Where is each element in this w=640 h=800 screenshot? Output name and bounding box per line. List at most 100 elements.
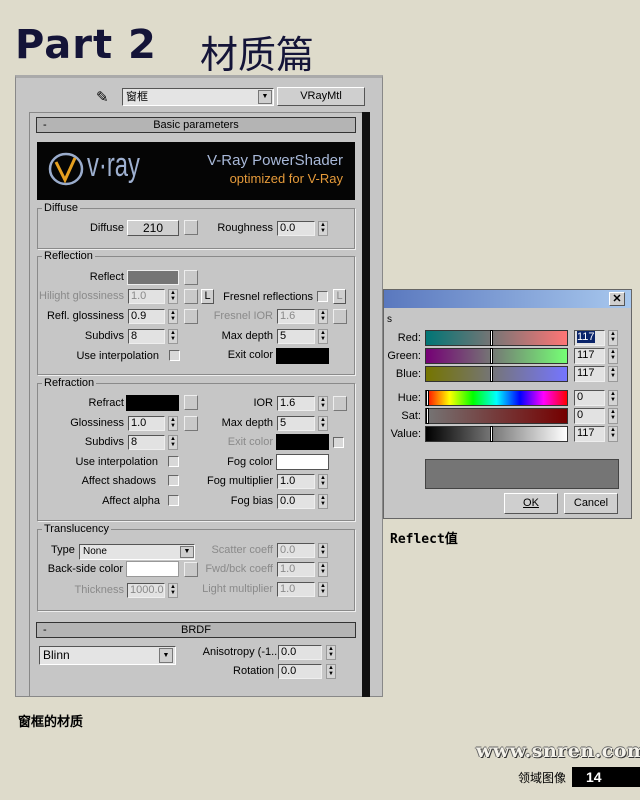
value-spinner[interactable]: ▲ ▼ — [608, 426, 618, 442]
scrollbar[interactable] — [362, 112, 370, 697]
translucency-type-dropdown[interactable]: None — [79, 544, 195, 560]
refl-glossiness-input[interactable]: 0.9 — [128, 309, 165, 324]
dialog-title-bar[interactable] — [384, 290, 631, 308]
reflection-exit-color-swatch[interactable] — [276, 348, 329, 364]
refraction-subdivs-input[interactable]: 8 — [128, 435, 165, 450]
refraction-glossiness-input[interactable]: 1.0 — [128, 416, 165, 431]
fwd-bck-coeff-input[interactable]: 1.0 — [277, 562, 315, 577]
reflection-max-depth-spinner[interactable]: ▲ ▼ — [318, 329, 328, 344]
reflect-color-swatch[interactable] — [127, 270, 179, 285]
red-spinner[interactable]: ▲ ▼ — [608, 330, 618, 346]
reflection-interp-checkbox[interactable] — [169, 350, 180, 361]
blue-input[interactable]: 117 — [574, 366, 605, 382]
green-spinner[interactable]: ▲ ▼ — [608, 348, 618, 364]
refraction-interp-checkbox[interactable] — [168, 456, 179, 467]
ior-spinner[interactable]: ▲ ▼ — [318, 396, 328, 411]
reflection-max-depth-input[interactable]: 5 — [277, 329, 315, 344]
fwd-bck-coeff-spinner[interactable]: ▲ ▼ — [318, 562, 328, 577]
brdf-type-dropdown[interactable]: Blinn — [39, 646, 176, 665]
thickness-input[interactable]: 1000.0 — [127, 583, 165, 598]
light-multiplier-label: Light multiplier — [202, 583, 273, 595]
refraction-max-depth-input[interactable]: 5 — [277, 416, 315, 431]
reflection-subdivs-label: Subdivs — [84, 330, 124, 342]
reflect-map-button[interactable] — [184, 270, 198, 285]
eyedropper-icon[interactable]: ✎ — [96, 88, 109, 106]
material-type-button[interactable]: VRayMtl — [277, 87, 365, 106]
affect-shadows-checkbox[interactable] — [168, 475, 179, 486]
scatter-coeff-input[interactable]: 0.0 — [277, 543, 315, 558]
anisotropy-input[interactable]: 0.0 — [278, 645, 322, 660]
reflection-interp-label: Use interpolation — [76, 350, 159, 362]
chevron-down-icon[interactable]: ▼ — [258, 90, 272, 104]
value-slider[interactable] — [425, 426, 568, 442]
hilight-spinner[interactable]: ▲ ▼ — [168, 289, 178, 304]
ok-button[interactable]: OK — [504, 493, 558, 514]
green-input[interactable]: 117 — [574, 348, 605, 364]
rotation-spinner[interactable]: ▲ ▼ — [326, 664, 336, 679]
fog-bias-input[interactable]: 0.0 — [277, 494, 315, 509]
cancel-button[interactable]: Cancel — [564, 493, 618, 514]
fresnel-ior-map-button[interactable] — [333, 309, 347, 324]
blue-slider-handle[interactable] — [489, 366, 493, 382]
roughness-spinner[interactable]: ▲ ▼ — [318, 221, 328, 236]
value-input[interactable]: 117 — [574, 426, 605, 442]
hue-spinner[interactable]: ▲ ▼ — [608, 390, 618, 406]
ior-input[interactable]: 1.6 — [277, 396, 315, 411]
fog-multiplier-label: Fog multiplier — [206, 475, 273, 487]
fog-multiplier-input[interactable]: 1.0 — [277, 474, 315, 489]
red-slider-handle[interactable] — [489, 330, 493, 346]
red-input[interactable]: 117 — [574, 330, 605, 346]
fresnel-checkbox[interactable] — [317, 291, 328, 302]
sat-input[interactable]: 0 — [574, 408, 605, 424]
fresnel-ior-spinner[interactable]: ▲ ▼ — [318, 309, 328, 324]
hue-input[interactable]: 0 — [574, 390, 605, 406]
fog-color-swatch[interactable] — [276, 454, 329, 470]
reflection-subdivs-input[interactable]: 8 — [128, 329, 165, 344]
basic-parameters-header[interactable]: - Basic parameters — [36, 117, 356, 133]
blue-spinner[interactable]: ▲ ▼ — [608, 366, 618, 382]
light-multiplier-spinner[interactable]: ▲ ▼ — [318, 582, 328, 597]
refraction-subdivs-spinner[interactable]: ▲ ▼ — [168, 435, 178, 450]
collapse-toggle[interactable]: - — [43, 623, 47, 637]
thickness-spinner[interactable]: ▲ ▼ — [168, 583, 178, 598]
hilight-glossiness-input[interactable]: 1.0 — [128, 289, 165, 304]
blue-slider[interactable] — [425, 366, 568, 382]
fresnel-lock-button[interactable]: L — [333, 289, 346, 304]
green-slider-handle[interactable] — [489, 348, 493, 364]
brdf-header[interactable]: - BRDF — [36, 622, 356, 638]
close-icon[interactable]: ✕ — [609, 292, 625, 306]
refraction-max-depth-spinner[interactable]: ▲ ▼ — [318, 416, 328, 431]
hue-slider[interactable] — [425, 390, 568, 406]
roughness-input[interactable]: 0.0 — [277, 221, 315, 236]
collapse-toggle[interactable]: - — [43, 118, 47, 132]
scatter-coeff-spinner[interactable]: ▲ ▼ — [318, 543, 328, 558]
reflection-group-label: Reflection — [42, 250, 95, 262]
refract-color-swatch[interactable] — [126, 395, 179, 411]
fog-bias-spinner[interactable]: ▲ ▼ — [318, 494, 328, 509]
green-slider[interactable] — [425, 348, 568, 364]
material-name-dropdown[interactable]: 窗框 — [122, 88, 274, 106]
value-slider-handle[interactable] — [489, 426, 493, 442]
diffuse-color-button[interactable]: 210 — [127, 220, 179, 236]
fresnel-ior-input[interactable]: 1.6 — [277, 309, 315, 324]
refraction-exit-color-swatch[interactable] — [276, 434, 329, 450]
refl-glossiness-spinner[interactable]: ▲ ▼ — [168, 309, 178, 324]
rotation-input[interactable]: 0.0 — [278, 664, 322, 679]
affect-alpha-checkbox[interactable] — [168, 495, 179, 506]
refraction-exit-color-checkbox[interactable] — [333, 437, 344, 448]
ior-map-button[interactable] — [333, 396, 347, 411]
chevron-down-icon[interactable]: ▼ — [159, 648, 173, 663]
red-slider[interactable] — [425, 330, 568, 346]
fog-multiplier-spinner[interactable]: ▲ ▼ — [318, 474, 328, 489]
ior-label: IOR — [253, 397, 273, 409]
sat-slider[interactable] — [425, 408, 568, 424]
hue-slider-handle[interactable] — [426, 390, 429, 406]
sat-slider-handle[interactable] — [426, 408, 429, 424]
back-side-color-swatch[interactable] — [126, 561, 179, 577]
section-title: 材质篇 — [200, 33, 315, 77]
refraction-glossiness-spinner[interactable]: ▲ ▼ — [168, 416, 178, 431]
reflection-subdivs-spinner[interactable]: ▲ ▼ — [168, 329, 178, 344]
anisotropy-spinner[interactable]: ▲ ▼ — [326, 645, 336, 660]
light-multiplier-input[interactable]: 1.0 — [277, 582, 315, 597]
sat-spinner[interactable]: ▲ ▼ — [608, 408, 618, 424]
